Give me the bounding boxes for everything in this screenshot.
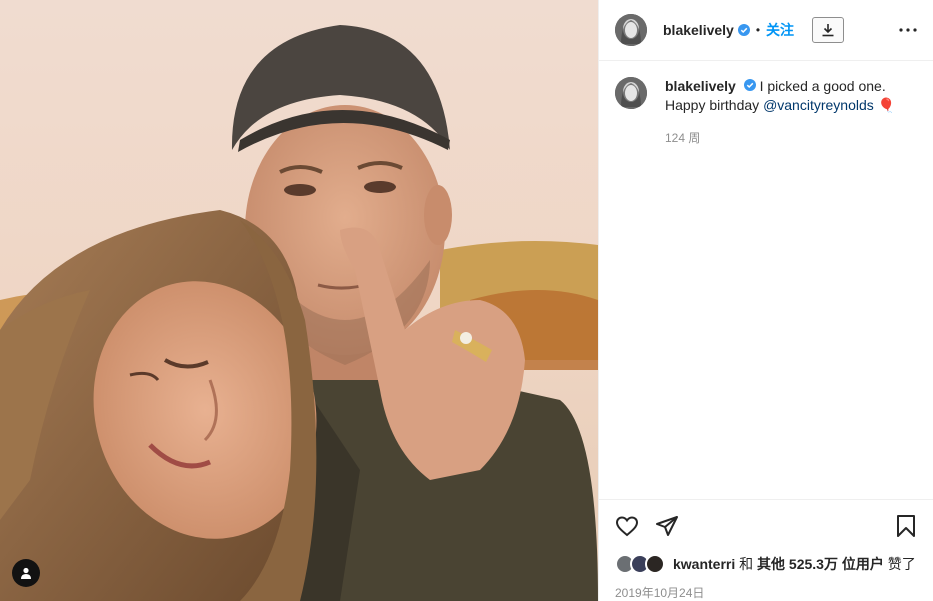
user-tag-button[interactable] — [12, 559, 40, 587]
avatar[interactable] — [615, 14, 647, 46]
post-dialog: blakelively • 关注 blakelively I picked a … — [0, 0, 933, 601]
bookmark-icon — [897, 515, 915, 537]
caption-line1: I picked a good one. — [759, 78, 886, 94]
liker-avatars — [615, 554, 667, 574]
caption-avatar[interactable] — [615, 77, 647, 109]
liker-avatar — [645, 554, 665, 574]
likes-summary: kwanterri 和 其他 525.3万 位用户 赞了 — [615, 554, 917, 574]
likes-count: 525.3万 — [788, 556, 838, 572]
save-button[interactable] — [895, 514, 917, 538]
caption-text: blakelively I picked a good one. Happy b… — [665, 77, 895, 115]
avatar-image — [615, 14, 647, 46]
mention-link[interactable]: @vancityreynolds — [763, 97, 874, 113]
user-tag-icon — [21, 567, 31, 579]
avatar-image — [615, 77, 647, 109]
likes-liked: 赞了 — [887, 556, 916, 572]
heart-icon — [615, 516, 639, 537]
action-bar — [615, 512, 917, 540]
more-options-icon — [899, 28, 917, 32]
post-actions: kwanterri 和 其他 525.3万 位用户 赞了 2019年10月24日 — [599, 499, 933, 601]
others-suffix: 位用户 — [841, 556, 884, 572]
verified-badge-icon — [743, 79, 756, 91]
photo-illustration — [0, 0, 598, 601]
download-icon — [822, 24, 834, 37]
username-link[interactable]: blakelively — [663, 22, 734, 38]
verified-badge-icon — [737, 24, 750, 36]
caption-time-ago[interactable]: 124 周 — [665, 129, 917, 146]
send-icon — [656, 516, 678, 536]
post-details-panel: blakelively • 关注 blakelively I picked a … — [598, 0, 933, 601]
caption: blakelively I picked a good one. Happy b… — [615, 77, 917, 115]
follow-button[interactable]: 关注 — [766, 20, 794, 40]
balloon-emoji: 🎈 — [877, 97, 896, 113]
liker-username-link[interactable]: kwanterri — [673, 556, 735, 572]
share-button[interactable] — [655, 514, 679, 538]
others-link[interactable]: 其他 525.3万 位用户 — [757, 556, 884, 572]
likes-text: kwanterri 和 其他 525.3万 位用户 赞了 — [673, 554, 916, 574]
separator-dot: • — [755, 23, 761, 37]
others-prefix: 其他 — [757, 556, 786, 572]
like-button[interactable] — [615, 514, 639, 538]
likes-and: 和 — [739, 556, 754, 572]
comments-section: blakelively I picked a good one. Happy b… — [599, 61, 933, 499]
post-date[interactable]: 2019年10月24日 — [615, 584, 917, 601]
download-button[interactable] — [812, 17, 845, 43]
post-photo[interactable] — [0, 0, 598, 601]
post-header: blakelively • 关注 — [599, 0, 933, 61]
caption-username-link[interactable]: blakelively — [665, 78, 736, 94]
caption-line2-prefix: Happy birthday — [665, 97, 764, 113]
more-options-button[interactable] — [899, 28, 917, 32]
